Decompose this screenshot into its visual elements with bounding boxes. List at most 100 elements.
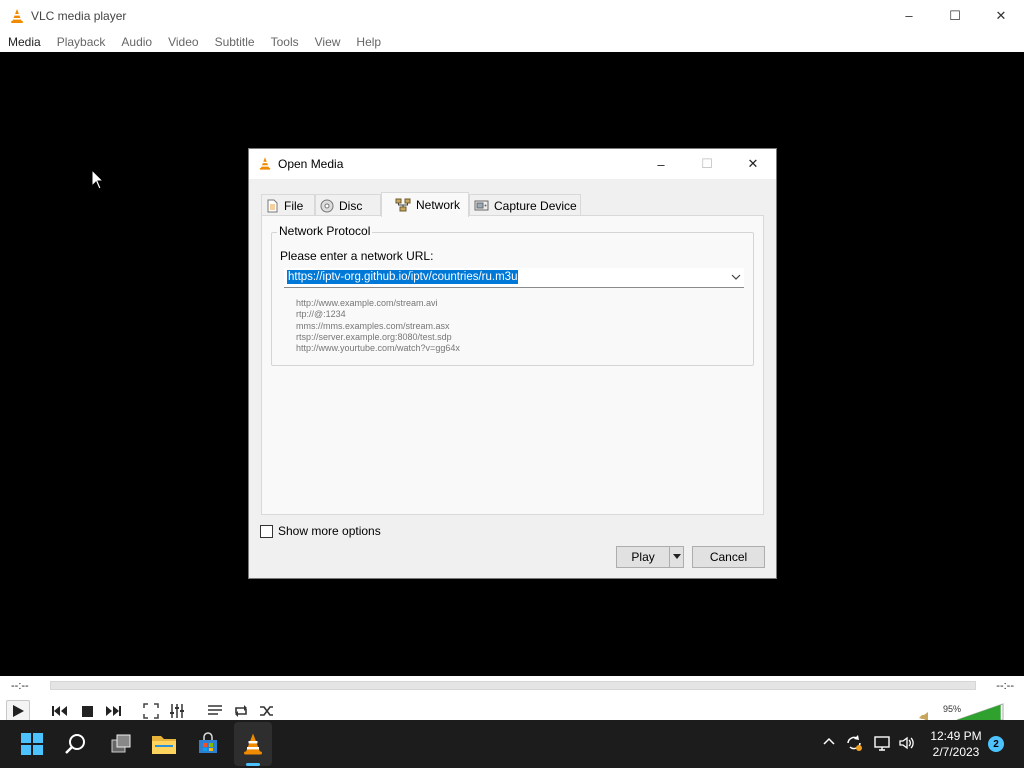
dialog-titlebar: Open Media – ☐ ✕ <box>249 149 776 179</box>
clock-date: 2/7/2023 <box>932 745 980 759</box>
menu-audio[interactable]: Audio <box>113 35 160 49</box>
dialog-close-button[interactable]: ✕ <box>730 149 776 179</box>
playlist-button[interactable] <box>203 700 227 722</box>
play-button[interactable]: Play <box>616 546 684 568</box>
tab-file[interactable]: File <box>261 194 315 216</box>
network-tab-panel: Network Protocol Please enter a network … <box>261 215 764 515</box>
network-icon <box>395 198 411 212</box>
tab-network[interactable]: Network <box>381 192 469 217</box>
shuffle-icon <box>260 706 273 716</box>
stop-button[interactable] <box>75 700 99 722</box>
folder-icon <box>152 736 176 754</box>
equalizer-icon <box>170 704 184 718</box>
maximize-button[interactable]: ☐ <box>932 0 978 31</box>
loop-icon <box>235 705 247 717</box>
stop-icon <box>81 705 93 717</box>
network-monitor-icon <box>874 736 890 751</box>
caret-down-icon <box>672 554 681 559</box>
menu-tools[interactable]: Tools <box>263 35 307 49</box>
example-url: http://www.example.com/stream.avi <box>296 298 438 308</box>
sync-icon <box>847 735 862 751</box>
mouse-cursor-icon <box>91 169 105 190</box>
menu-view[interactable]: View <box>307 35 349 49</box>
windows-logo-icon <box>21 733 43 755</box>
search-icon <box>65 734 85 754</box>
shuffle-button[interactable] <box>255 700 279 722</box>
menu-playback[interactable]: Playback <box>49 35 114 49</box>
task-view-button[interactable] <box>107 730 135 758</box>
group-legend: Network Protocol <box>277 224 373 238</box>
cancel-button[interactable]: Cancel <box>692 546 765 568</box>
dialog-title: Open Media <box>278 157 344 171</box>
menu-media[interactable]: Media <box>0 35 49 49</box>
fullscreen-icon <box>143 703 159 719</box>
loop-button[interactable] <box>229 700 253 722</box>
show-hidden-icons-button[interactable] <box>822 734 836 748</box>
dialog-maximize-button: ☐ <box>701 156 713 171</box>
skip-forward-icon <box>106 706 121 716</box>
chevron-down-icon[interactable] <box>730 271 742 283</box>
player-controls: --:-- --:-- 95% <box>0 676 1024 722</box>
tab-capture-device[interactable]: Capture Device <box>469 194 581 216</box>
remaining-time: --:-- <box>996 680 1014 692</box>
elapsed-time: --:-- <box>11 680 29 692</box>
example-url: http://www.yourtube.com/watch?v=gg64x <box>296 343 460 354</box>
url-examples: http://www.example.com/stream.avi rtp://… <box>296 298 460 354</box>
menu-help[interactable]: Help <box>348 35 389 49</box>
url-label: Please enter a network URL: <box>280 249 434 263</box>
extended-settings-button[interactable] <box>165 700 189 722</box>
vlc-cone-icon <box>11 8 23 23</box>
minimize-button[interactable]: – <box>886 0 932 31</box>
vlc-taskbar-button[interactable] <box>239 730 267 758</box>
capture-device-icon <box>474 199 489 212</box>
file-explorer-button[interactable] <box>150 730 178 758</box>
clock-time: 12:49 PM <box>930 729 982 743</box>
file-icon <box>266 199 279 213</box>
network-protocol-group: Network Protocol Please enter a network … <box>271 224 754 366</box>
update-tray-button[interactable] <box>845 734 863 752</box>
play-dropdown-button[interactable] <box>669 547 683 567</box>
network-tray-button[interactable] <box>873 734 891 752</box>
show-more-options-checkbox[interactable] <box>260 524 273 538</box>
notification-badge[interactable]: 2 <box>988 736 1004 752</box>
task-view-icon <box>111 734 131 753</box>
search-button[interactable] <box>62 730 90 758</box>
volume-slider[interactable] <box>917 702 1005 722</box>
tab-label: Capture Device <box>494 198 577 213</box>
skip-back-icon <box>52 706 67 716</box>
fullscreen-button[interactable] <box>139 700 163 722</box>
play-pause-button[interactable] <box>6 700 30 722</box>
taskbar-clock[interactable]: 12:49 PM 2/7/2023 <box>926 728 986 760</box>
example-url: rtsp://server.example.org:8080/test.sdp <box>296 331 452 342</box>
tab-label: File <box>284 198 304 213</box>
example-url: rtp://@:1234 <box>296 309 346 320</box>
menu-video[interactable]: Video <box>160 35 206 49</box>
tab-disc[interactable]: Disc <box>315 194 381 216</box>
playlist-icon <box>208 705 222 715</box>
vlc-cone-icon <box>259 157 271 170</box>
network-url-input[interactable]: https://iptv-org.github.io/iptv/countrie… <box>284 268 744 288</box>
show-more-options[interactable]: Show more options <box>260 524 381 538</box>
active-app-indicator <box>246 763 260 766</box>
dialog-minimize-button[interactable]: – <box>638 149 684 179</box>
show-more-options-label: Show more options <box>278 524 381 538</box>
store-icon <box>199 732 217 753</box>
chevron-up-icon <box>823 737 835 745</box>
open-media-dialog: Open Media – ☐ ✕ File Disc Network Captu… <box>248 148 777 579</box>
volume-tray-button[interactable] <box>898 734 916 752</box>
menubar: Media Playback Audio Video Subtitle Tool… <box>0 31 1024 52</box>
close-button[interactable]: ✕ <box>978 0 1024 31</box>
store-button[interactable] <box>194 730 222 758</box>
play-button-label[interactable]: Play <box>617 547 669 567</box>
tab-label: Network <box>416 198 461 212</box>
play-icon <box>13 705 24 717</box>
vlc-cone-icon <box>244 733 262 755</box>
menu-subtitle[interactable]: Subtitle <box>207 35 263 49</box>
seek-bar[interactable] <box>50 681 976 690</box>
start-button[interactable] <box>18 730 46 758</box>
url-value: https://iptv-org.github.io/iptv/countrie… <box>287 270 519 284</box>
next-button[interactable] <box>101 700 125 722</box>
tab-label: Disc <box>339 198 363 213</box>
speaker-icon <box>899 736 914 750</box>
previous-button[interactable] <box>48 700 72 722</box>
